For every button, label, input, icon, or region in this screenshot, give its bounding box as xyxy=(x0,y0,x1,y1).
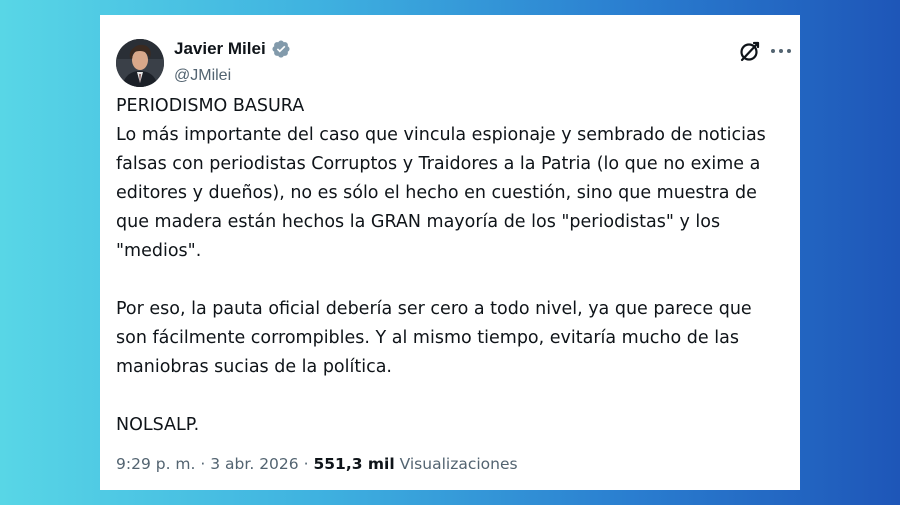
tweet-closing: NOLSALP. xyxy=(116,415,200,435)
views-count[interactable]: 551,3 mil xyxy=(313,455,394,473)
tweet-text: PERIODISMO BASURA Lo más importante del … xyxy=(116,92,786,440)
grok-icon[interactable] xyxy=(738,39,762,63)
meta-separator: · xyxy=(200,455,206,473)
tweet-card[interactable]: Javier Milei @JMilei PERIODISMO BASURA L… xyxy=(100,15,800,490)
tweet-paragraph-1: Lo más importante del caso que vincula e… xyxy=(116,125,766,261)
author-name-row: Javier Milei xyxy=(174,39,291,59)
tweet-metadata: 9:29 p. m. · 3 abr. 2026 · 551,3 mil Vis… xyxy=(116,455,518,473)
views-label[interactable]: Visualizaciones xyxy=(400,455,518,473)
tweet-time[interactable]: 9:29 p. m. xyxy=(116,455,195,473)
tweet-date[interactable]: 3 abr. 2026 xyxy=(210,455,298,473)
tweet-paragraph-2: Por eso, la pauta oficial debería ser ce… xyxy=(116,299,752,377)
verified-badge-icon[interactable] xyxy=(271,39,291,59)
tweet-heading: PERIODISMO BASURA xyxy=(116,96,305,116)
avatar[interactable] xyxy=(116,39,164,87)
meta-separator: · xyxy=(303,455,309,473)
more-options-icon[interactable] xyxy=(770,39,792,63)
author-name[interactable]: Javier Milei xyxy=(174,39,266,59)
author-handle[interactable]: @JMilei xyxy=(174,67,231,85)
